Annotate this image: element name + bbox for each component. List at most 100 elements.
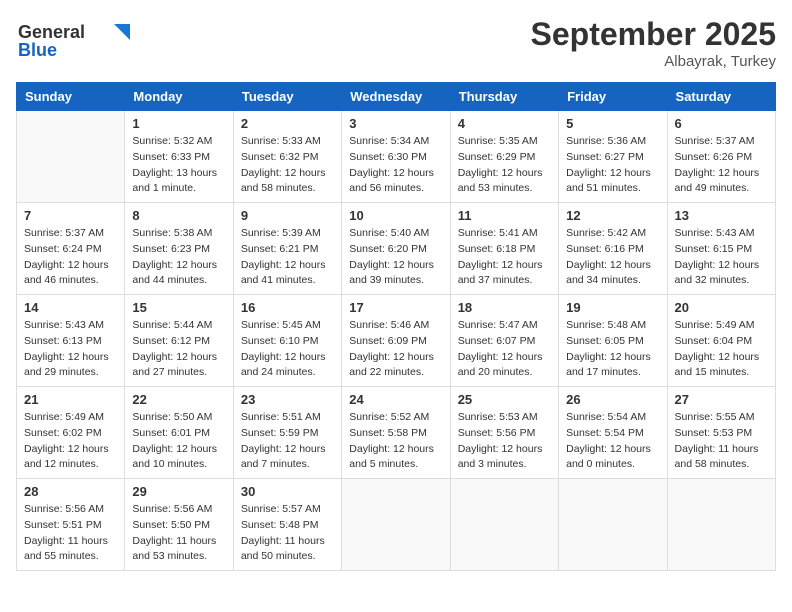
day-info: Sunrise: 5:55 AMSunset: 5:53 PMDaylight:… (675, 410, 768, 473)
day-info: Sunrise: 5:45 AMSunset: 6:10 PMDaylight:… (241, 318, 334, 381)
day-info: Sunrise: 5:32 AMSunset: 6:33 PMDaylight:… (132, 134, 225, 197)
weekday-header: Wednesday (342, 83, 450, 111)
calendar-cell (450, 479, 558, 571)
calendar-cell (667, 479, 775, 571)
day-info: Sunrise: 5:39 AMSunset: 6:21 PMDaylight:… (241, 226, 334, 289)
day-number: 3 (349, 116, 442, 131)
calendar-cell: 28 Sunrise: 5:56 AMSunset: 5:51 PMDayligh… (17, 479, 125, 571)
day-number: 30 (241, 484, 334, 499)
calendar-cell: 6Sunrise: 5:37 AMSunset: 6:26 PMDaylight… (667, 111, 775, 203)
day-number: 18 (458, 300, 551, 315)
calendar-cell: 2 Sunrise: 5:33 AMSunset: 6:32 PMDaylight… (233, 111, 341, 203)
day-number: 24 (349, 392, 442, 407)
day-number: 8 (132, 208, 225, 223)
weekday-header: Saturday (667, 83, 775, 111)
day-number: 28 (24, 484, 117, 499)
calendar-table: SundayMondayTuesdayWednesdayThursdayFrid… (16, 82, 776, 571)
calendar-cell: 20 Sunrise: 5:49 AMSunset: 6:04 PMDayligh… (667, 295, 775, 387)
calendar-cell: 14Sunrise: 5:43 AMSunset: 6:13 PMDayligh… (17, 295, 125, 387)
day-number: 22 (132, 392, 225, 407)
page-header: General Blue September 2025 Albayrak, Tu… (16, 16, 776, 70)
day-number: 29 (132, 484, 225, 499)
day-info: Sunrise: 5:56 AMSunset: 5:51 PMDaylight:… (24, 502, 117, 565)
day-number: 25 (458, 392, 551, 407)
calendar-cell: 25 Sunrise: 5:53 AMSunset: 5:56 PMDayligh… (450, 387, 558, 479)
day-info: Sunrise: 5:37 AMSunset: 6:24 PMDaylight:… (24, 226, 117, 289)
day-number: 16 (241, 300, 334, 315)
day-number: 23 (241, 392, 334, 407)
day-info: Sunrise: 5:43 AMSunset: 6:15 PMDaylight:… (675, 226, 768, 289)
calendar-cell: 3Sunrise: 5:34 AMSunset: 6:30 PMDaylight… (342, 111, 450, 203)
calendar-cell: 19Sunrise: 5:48 AMSunset: 6:05 PMDayligh… (559, 295, 667, 387)
calendar-cell: 23 Sunrise: 5:51 AMSunset: 5:59 PMDayligh… (233, 387, 341, 479)
day-number: 11 (458, 208, 551, 223)
calendar-week-row: 7 Sunrise: 5:37 AMSunset: 6:24 PMDaylight… (17, 203, 776, 295)
calendar-week-row: 21 Sunrise: 5:49 AMSunset: 6:02 PMDayligh… (17, 387, 776, 479)
day-info: Sunrise: 5:47 AMSunset: 6:07 PMDaylight:… (458, 318, 551, 381)
calendar-cell: 9 Sunrise: 5:39 AMSunset: 6:21 PMDaylight… (233, 203, 341, 295)
day-number: 6 (675, 116, 768, 131)
calendar-cell: 10 Sunrise: 5:40 AMSunset: 6:20 PMDayligh… (342, 203, 450, 295)
weekday-header: Monday (125, 83, 233, 111)
title-block: September 2025 Albayrak, Turkey (531, 16, 776, 70)
calendar-cell: 11 Sunrise: 5:41 AMSunset: 6:18 PMDayligh… (450, 203, 558, 295)
calendar-cell: 4Sunrise: 5:35 AMSunset: 6:29 PMDaylight… (450, 111, 558, 203)
calendar-cell: 15Sunrise: 5:44 AMSunset: 6:12 PMDayligh… (125, 295, 233, 387)
day-number: 2 (241, 116, 334, 131)
day-info: Sunrise: 5:46 AMSunset: 6:09 PMDaylight:… (349, 318, 442, 381)
day-info: Sunrise: 5:40 AMSunset: 6:20 PMDaylight:… (349, 226, 442, 289)
weekday-header: Tuesday (233, 83, 341, 111)
calendar-week-row: 28 Sunrise: 5:56 AMSunset: 5:51 PMDayligh… (17, 479, 776, 571)
svg-text:Blue: Blue (18, 40, 57, 60)
day-info: Sunrise: 5:51 AMSunset: 5:59 PMDaylight:… (241, 410, 334, 473)
location: Albayrak, Turkey (531, 53, 776, 70)
calendar-cell: 22Sunrise: 5:50 AMSunset: 6:01 PMDayligh… (125, 387, 233, 479)
calendar-cell: 24 Sunrise: 5:52 AMSunset: 5:58 PMDayligh… (342, 387, 450, 479)
calendar-cell: 16 Sunrise: 5:45 AMSunset: 6:10 PMDayligh… (233, 295, 341, 387)
day-number: 27 (675, 392, 768, 407)
calendar-cell (559, 479, 667, 571)
logo: General Blue (16, 16, 136, 60)
day-info: Sunrise: 5:49 AMSunset: 6:02 PMDaylight:… (24, 410, 117, 473)
day-info: Sunrise: 5:53 AMSunset: 5:56 PMDaylight:… (458, 410, 551, 473)
day-number: 9 (241, 208, 334, 223)
calendar-cell: 5Sunrise: 5:36 AMSunset: 6:27 PMDaylight… (559, 111, 667, 203)
day-number: 26 (566, 392, 659, 407)
day-number: 12 (566, 208, 659, 223)
day-number: 7 (24, 208, 117, 223)
calendar-cell: 21 Sunrise: 5:49 AMSunset: 6:02 PMDayligh… (17, 387, 125, 479)
weekday-header: Thursday (450, 83, 558, 111)
day-info: Sunrise: 5:38 AMSunset: 6:23 PMDaylight:… (132, 226, 225, 289)
day-number: 15 (132, 300, 225, 315)
weekday-header: Friday (559, 83, 667, 111)
weekday-header: Sunday (17, 83, 125, 111)
calendar-cell: 17 Sunrise: 5:46 AMSunset: 6:09 PMDayligh… (342, 295, 450, 387)
calendar-cell (17, 111, 125, 203)
day-number: 20 (675, 300, 768, 315)
calendar-header-row: SundayMondayTuesdayWednesdayThursdayFrid… (17, 83, 776, 111)
day-info: Sunrise: 5:41 AMSunset: 6:18 PMDaylight:… (458, 226, 551, 289)
day-info: Sunrise: 5:42 AMSunset: 6:16 PMDaylight:… (566, 226, 659, 289)
day-number: 21 (24, 392, 117, 407)
day-number: 10 (349, 208, 442, 223)
day-info: Sunrise: 5:33 AMSunset: 6:32 PMDaylight:… (241, 134, 334, 197)
calendar-cell: 12 Sunrise: 5:42 AMSunset: 6:16 PMDayligh… (559, 203, 667, 295)
day-number: 17 (349, 300, 442, 315)
day-number: 13 (675, 208, 768, 223)
day-number: 19 (566, 300, 659, 315)
day-info: Sunrise: 5:49 AMSunset: 6:04 PMDaylight:… (675, 318, 768, 381)
day-number: 14 (24, 300, 117, 315)
day-info: Sunrise: 5:54 AMSunset: 5:54 PMDaylight:… (566, 410, 659, 473)
calendar-cell: 26 Sunrise: 5:54 AMSunset: 5:54 PMDayligh… (559, 387, 667, 479)
calendar-week-row: 1Sunrise: 5:32 AMSunset: 6:33 PMDaylight… (17, 111, 776, 203)
day-info: Sunrise: 5:57 AMSunset: 5:48 PMDaylight:… (241, 502, 334, 565)
svg-text:General: General (18, 22, 85, 42)
calendar-cell: 7 Sunrise: 5:37 AMSunset: 6:24 PMDaylight… (17, 203, 125, 295)
day-info: Sunrise: 5:52 AMSunset: 5:58 PMDaylight:… (349, 410, 442, 473)
calendar-cell: 30 Sunrise: 5:57 AMSunset: 5:48 PMDayligh… (233, 479, 341, 571)
calendar-cell: 27 Sunrise: 5:55 AMSunset: 5:53 PMDayligh… (667, 387, 775, 479)
calendar-cell: 13 Sunrise: 5:43 AMSunset: 6:15 PMDayligh… (667, 203, 775, 295)
day-info: Sunrise: 5:56 AMSunset: 5:50 PMDaylight:… (132, 502, 225, 565)
logo-image: General Blue (16, 16, 136, 60)
day-info: Sunrise: 5:35 AMSunset: 6:29 PMDaylight:… (458, 134, 551, 197)
